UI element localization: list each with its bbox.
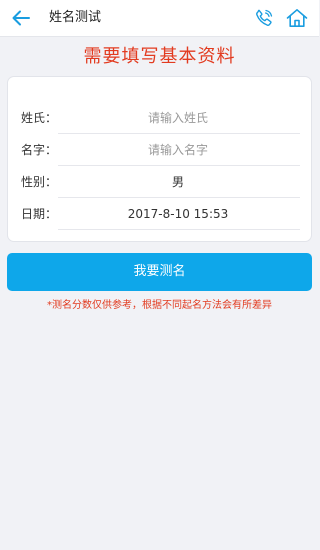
divider xyxy=(58,229,300,230)
test-name-button[interactable]: 我要测名 xyxy=(7,253,312,291)
surname-label: 姓氏： xyxy=(21,111,58,125)
gender-label: 性别： xyxy=(21,175,58,189)
surname-row: 姓氏： 请输入姓氏 xyxy=(8,102,313,134)
page-title: 姓名测试 xyxy=(49,10,102,25)
home-icon xyxy=(286,9,308,27)
given-name-input[interactable]: 请输入名字 xyxy=(58,134,298,166)
form-heading: 需要填写基本资料 xyxy=(83,46,236,67)
top-bar: 姓名测试 xyxy=(0,0,319,37)
back-button[interactable] xyxy=(8,6,34,30)
date-row: 日期： 2017-8-10 15:53 xyxy=(8,198,313,230)
gender-selector[interactable]: 男 xyxy=(58,166,298,198)
arrow-left-icon xyxy=(12,10,30,26)
given-name-row: 名字： 请输入名字 xyxy=(8,134,313,166)
home-button[interactable] xyxy=(284,5,310,31)
phone-icon xyxy=(256,9,273,26)
given-name-label: 名字： xyxy=(21,143,58,157)
call-button[interactable] xyxy=(252,6,276,30)
disclaimer-note: *测名分数仅供参考，根据不同起名方法会有所差异 xyxy=(47,300,272,311)
gender-row: 性别： 男 xyxy=(8,166,313,198)
date-label: 日期： xyxy=(21,207,58,221)
info-form-card: 姓氏： 请输入姓氏 名字： 请输入名字 性别： 男 日期： 2017-8-10 … xyxy=(7,76,312,242)
surname-input[interactable]: 请输入姓氏 xyxy=(58,102,298,134)
date-picker[interactable]: 2017-8-10 15:53 xyxy=(58,198,298,230)
